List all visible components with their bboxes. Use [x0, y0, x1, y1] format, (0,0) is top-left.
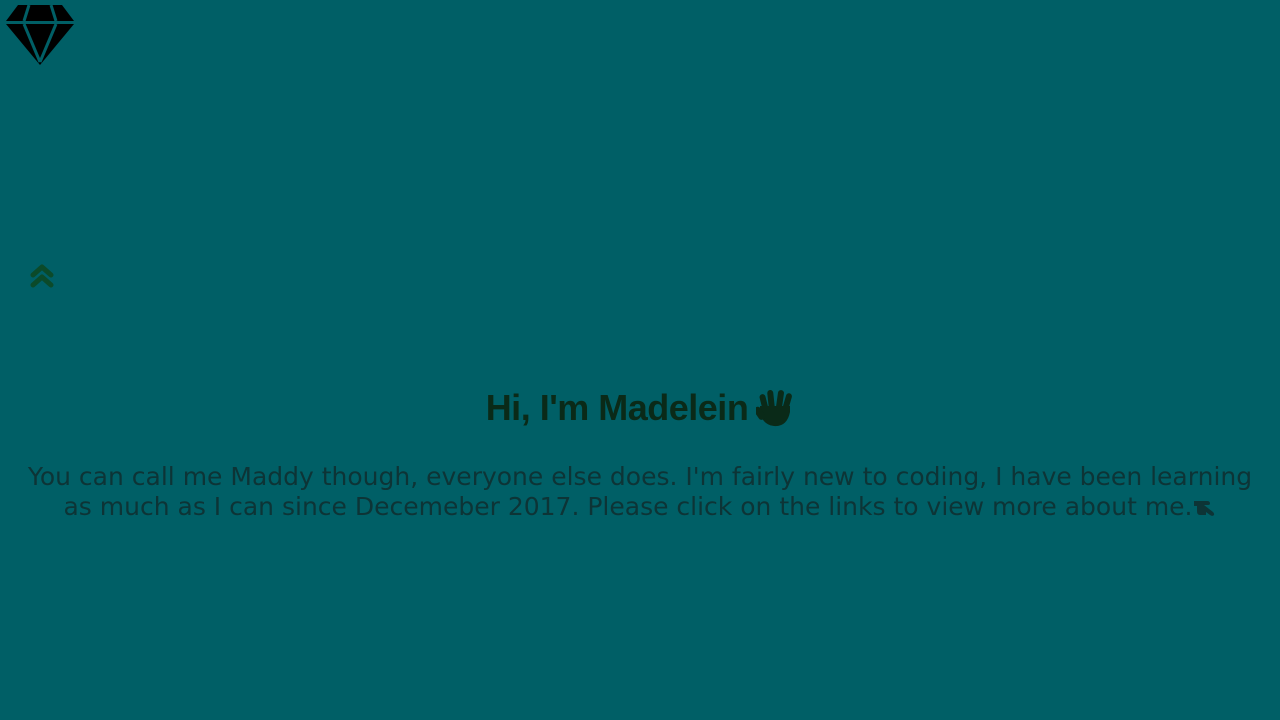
diamond-icon[interactable]: [5, 4, 75, 66]
hero-title: Hi, I'm Madelein: [486, 382, 795, 434]
double-chevron-up-icon[interactable]: [28, 262, 56, 290]
hero-section: Hi, I'm Madelein You can call me Maddy t…: [0, 382, 1280, 522]
hero-title-text: Hi, I'm Madelein: [485, 387, 749, 428]
hero-intro-text: You can call me Maddy though, everyone e…: [27, 462, 1253, 521]
hero-intro: You can call me Maddy though, everyone e…: [10, 462, 1270, 522]
vulcan-salute-hand-icon: [756, 390, 793, 427]
hand-pointing-right-icon: [1193, 501, 1214, 516]
